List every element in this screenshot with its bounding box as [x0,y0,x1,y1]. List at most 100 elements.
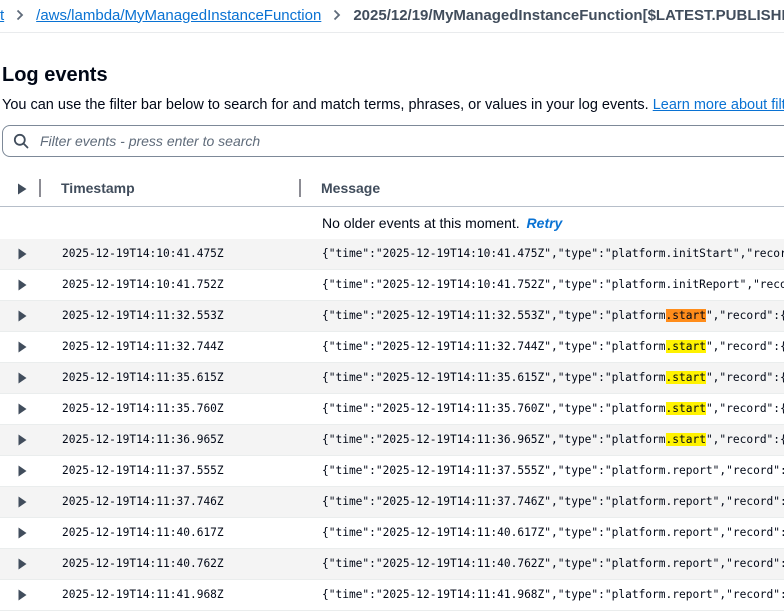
search-match-highlight: .start [665,433,706,446]
breadcrumb-parent-link[interactable]: t [0,7,4,24]
expand-row-button[interactable] [18,495,27,508]
caret-right-icon [18,248,27,260]
caret-right-icon [18,589,27,601]
expand-row-button[interactable] [18,588,27,601]
expand-row-button[interactable] [18,464,27,477]
log-event-message: {"time":"2025-12-19T14:10:41.752Z","type… [322,278,784,291]
expand-row-button[interactable] [18,278,27,291]
breadcrumb-current-log-stream: 2025/12/19/MyManagedInstanceFunction[$LA… [353,6,784,24]
column-divider[interactable] [39,179,41,197]
expand-row-button[interactable] [18,557,27,570]
log-event-row[interactable]: 2025-12-19T14:11:37.555Z {"time":"2025-12… [0,456,784,487]
message-text: ","record":{" [705,309,784,322]
expand-row-button[interactable] [18,309,27,322]
expand-row-button[interactable] [18,247,27,260]
expand-row-button[interactable] [18,433,27,446]
message-text: {"time":"2025-12-19T14:11:37.555Z","type… [322,464,784,477]
log-event-message: {"time":"2025-12-19T14:11:37.555Z","type… [322,464,784,477]
log-event-timestamp: 2025-12-19T14:11:32.553Z [62,309,224,322]
log-event-row[interactable]: 2025-12-19T14:11:40.617Z {"time":"2025-12… [0,518,784,549]
breadcrumb-divider [0,32,784,33]
caret-right-icon [18,434,27,446]
log-event-message: {"time":"2025-12-19T14:11:35.615Z","type… [322,371,784,384]
message-text: {"time":"2025-12-19T14:11:35.615Z","type… [322,371,666,384]
log-event-timestamp: 2025-12-19T14:11:35.615Z [62,371,224,384]
message-text: ","record":{" [705,340,784,353]
message-text: {"time":"2025-12-19T14:11:40.762Z","type… [322,557,784,570]
log-event-row[interactable]: 2025-12-19T14:11:35.760Z {"time":"2025-12… [0,394,784,425]
caret-right-icon [18,341,27,353]
message-text: {"time":"2025-12-19T14:11:32.744Z","type… [322,340,666,353]
log-event-timestamp: 2025-12-19T14:11:40.762Z [62,557,224,570]
search-match-highlight: .start [665,371,706,384]
log-event-row[interactable]: 2025-12-19T14:11:41.968Z {"time":"2025-12… [0,580,784,611]
filter-events-input[interactable] [38,132,642,150]
caret-right-icon [18,558,27,570]
log-events-list: 2025-12-19T14:10:41.475Z {"time":"2025-12… [0,239,784,611]
no-older-events-row: No older events at this moment. Retry [0,207,784,239]
message-text: {"time":"2025-12-19T14:11:35.760Z","type… [322,402,666,415]
table-header: Timestamp Message [0,170,784,207]
search-match-highlight: .start [665,309,706,322]
message-text: {"time":"2025-12-19T14:10:41.475Z","type… [322,247,784,260]
expand-all-button[interactable] [17,182,27,195]
no-older-events-message: No older events at this moment. Retry [322,215,562,231]
message-text: {"time":"2025-12-19T14:10:41.752Z","type… [322,278,784,291]
message-text: {"time":"2025-12-19T14:11:41.968Z","type… [322,588,784,601]
filter-events-search[interactable] [2,125,784,157]
no-older-events-text: No older events at this moment. [322,215,520,231]
expand-row-button[interactable] [18,526,27,539]
log-event-row[interactable]: 2025-12-19T14:11:36.965Z {"time":"2025-12… [0,425,784,456]
log-event-row[interactable]: 2025-12-19T14:10:41.475Z {"time":"2025-12… [0,239,784,270]
breadcrumb-log-group-link[interactable]: /aws/lambda/MyManagedInstanceFunction [36,7,321,24]
log-event-row[interactable]: 2025-12-19T14:11:35.615Z {"time":"2025-12… [0,363,784,394]
log-event-timestamp: 2025-12-19T14:11:41.968Z [62,588,224,601]
caret-right-icon [18,496,27,508]
log-event-message: {"time":"2025-12-19T14:11:35.760Z","type… [322,402,784,415]
log-event-message: {"time":"2025-12-19T14:11:37.746Z","type… [322,495,784,508]
log-event-message: {"time":"2025-12-19T14:10:41.475Z","type… [322,247,784,260]
column-divider[interactable] [299,179,301,197]
caret-right-icon [18,403,27,415]
log-event-row[interactable]: 2025-12-19T14:11:37.746Z {"time":"2025-12… [0,487,784,518]
message-text: ","record":{" [705,402,784,415]
log-event-row[interactable]: 2025-12-19T14:11:32.744Z {"time":"2025-12… [0,332,784,363]
log-event-row[interactable]: 2025-12-19T14:11:40.762Z {"time":"2025-12… [0,549,784,580]
log-event-timestamp: 2025-12-19T14:11:37.746Z [62,495,224,508]
log-event-timestamp: 2025-12-19T14:11:36.965Z [62,433,224,446]
log-event-timestamp: 2025-12-19T14:11:37.555Z [62,464,224,477]
expand-row-button[interactable] [18,371,27,384]
log-event-message: {"time":"2025-12-19T14:11:40.617Z","type… [322,526,784,539]
log-event-row[interactable]: 2025-12-19T14:11:32.553Z {"time":"2025-12… [0,301,784,332]
breadcrumb: t /aws/lambda/MyManagedInstanceFunction … [0,0,784,30]
caret-right-icon [18,279,27,291]
caret-right-icon [18,465,27,477]
log-event-message: {"time":"2025-12-19T14:11:32.744Z","type… [322,340,784,353]
chevron-right-icon [331,9,343,21]
message-text: ","record":{" [705,371,784,384]
retry-link[interactable]: Retry [527,215,563,231]
expand-row-button[interactable] [18,402,27,415]
log-event-timestamp: 2025-12-19T14:10:41.752Z [62,278,224,291]
log-events-page: t /aws/lambda/MyManagedInstanceFunction … [0,0,784,611]
page-description: You can use the filter bar below to sear… [2,97,784,113]
caret-right-icon [18,183,27,195]
expand-row-button[interactable] [18,340,27,353]
message-text: ","record":{" [705,433,784,446]
column-header-message[interactable]: Message [321,180,380,196]
description-text: You can use the filter bar below to sear… [2,97,649,113]
log-event-timestamp: 2025-12-19T14:11:35.760Z [62,402,224,415]
log-event-timestamp: 2025-12-19T14:11:32.744Z [62,340,224,353]
log-event-timestamp: 2025-12-19T14:10:41.475Z [62,247,224,260]
learn-more-link[interactable]: Learn more about filter [653,97,784,113]
log-event-row[interactable]: 2025-12-19T14:10:41.752Z {"time":"2025-12… [0,270,784,301]
message-text: {"time":"2025-12-19T14:11:37.746Z","type… [322,495,784,508]
log-event-message: {"time":"2025-12-19T14:11:41.968Z","type… [322,588,784,601]
log-event-message: {"time":"2025-12-19T14:11:36.965Z","type… [322,433,784,446]
search-icon [13,133,29,149]
message-text: {"time":"2025-12-19T14:11:32.553Z","type… [322,309,666,322]
column-header-timestamp[interactable]: Timestamp [61,180,135,196]
search-match-highlight: .start [665,340,706,353]
caret-right-icon [18,527,27,539]
message-text: {"time":"2025-12-19T14:11:40.617Z","type… [322,526,784,539]
